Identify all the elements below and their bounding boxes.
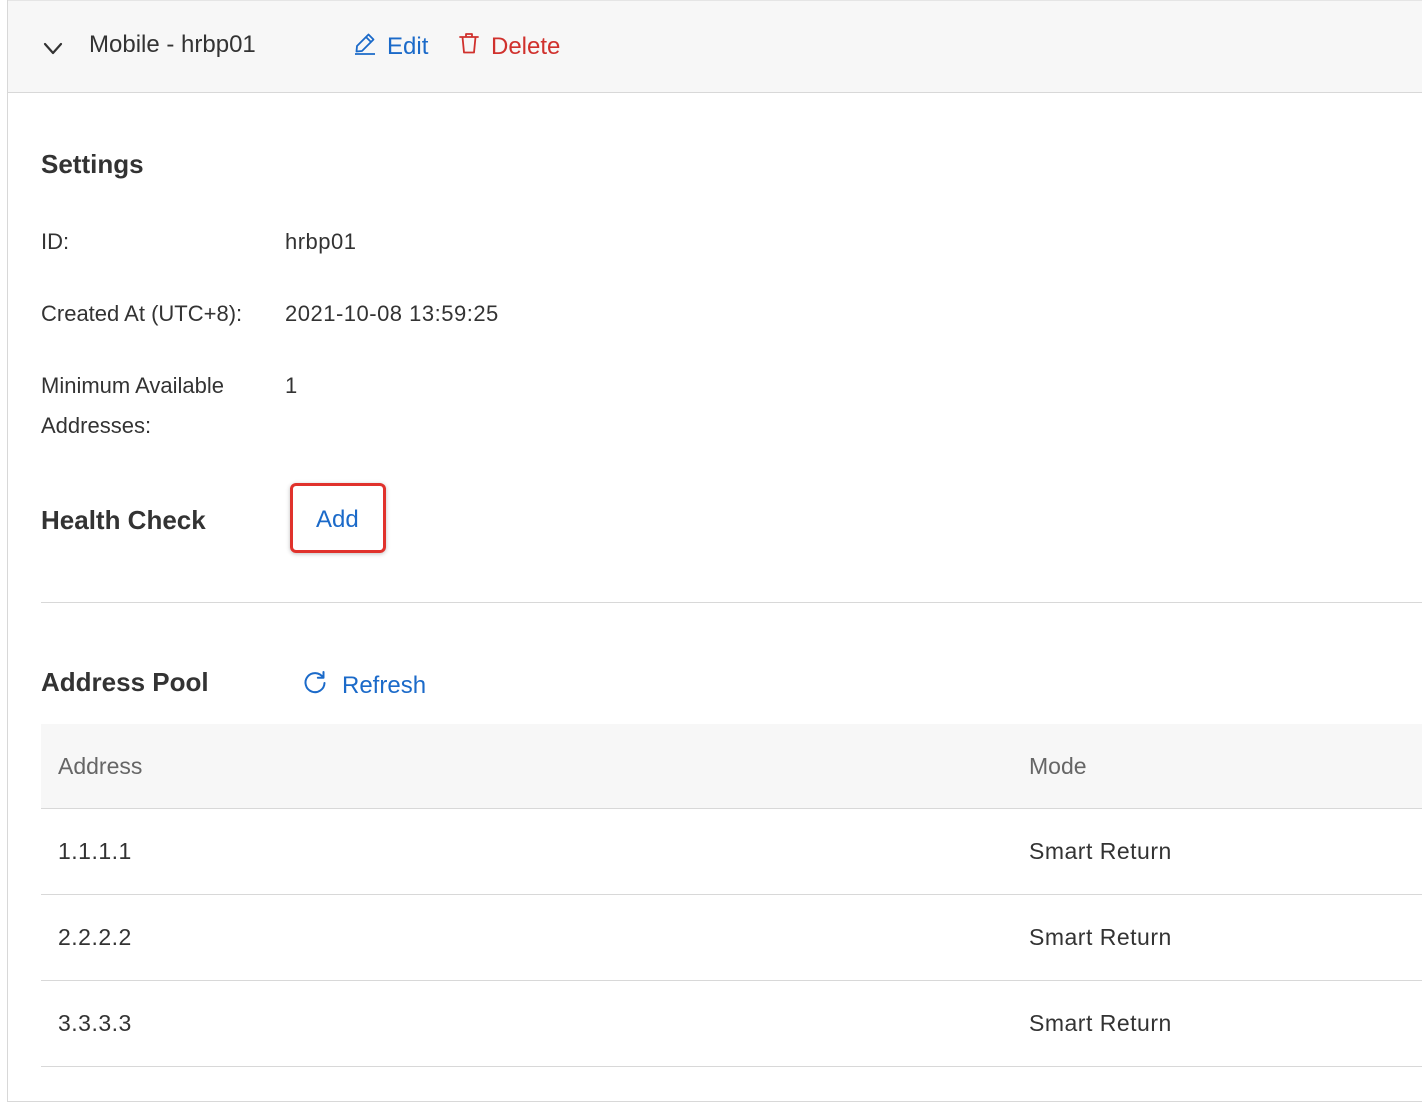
table-row: 3.3.3.3 Smart Return — [41, 981, 1422, 1067]
edit-label: Edit — [387, 32, 429, 60]
created-at-label: Created At (UTC+8): — [41, 301, 243, 326]
min-available-value: 1 — [285, 373, 298, 398]
edit-button[interactable]: Edit — [353, 31, 428, 62]
chevron-down-icon[interactable] — [42, 37, 64, 59]
address-cell: 2.2.2.2 — [58, 924, 132, 950]
trash-icon — [457, 31, 481, 62]
mode-cell: Smart Return — [1029, 838, 1172, 864]
edit-icon — [353, 31, 377, 62]
address-pool-heading: Address Pool — [41, 667, 209, 697]
settings-heading: Settings — [41, 149, 144, 179]
delete-button[interactable]: Delete — [457, 31, 560, 62]
address-cell: 1.1.1.1 — [58, 838, 132, 864]
table-header: Address Mode — [41, 724, 1422, 809]
created-at-value: 2021-10-08 13:59:25 — [285, 301, 499, 326]
health-check-heading: Health Check — [41, 505, 206, 535]
panel-header: Mobile - hrbp01 Edit Delete — [8, 0, 1422, 93]
add-health-check-button[interactable]: Add — [316, 506, 359, 534]
refresh-icon — [302, 669, 328, 702]
table-row: 1.1.1.1 Smart Return — [41, 809, 1422, 895]
column-header-address: Address — [58, 752, 143, 779]
mode-cell: Smart Return — [1029, 924, 1172, 950]
mode-cell: Smart Return — [1029, 1010, 1172, 1036]
refresh-button[interactable]: Refresh — [302, 669, 426, 702]
address-table: Address Mode 1.1.1.1 Smart Return 2.2.2.… — [41, 724, 1422, 1067]
id-value: hrbp01 — [285, 229, 357, 254]
table-row: 2.2.2.2 Smart Return — [41, 895, 1422, 981]
section-divider — [41, 602, 1422, 603]
delete-label: Delete — [491, 32, 561, 60]
pool-title: Mobile - hrbp01 — [89, 31, 256, 58]
gtm-pool-panel: Mobile - hrbp01 Edit Delete Settings ID:… — [7, 0, 1422, 1102]
refresh-label: Refresh — [342, 671, 427, 699]
column-header-mode: Mode — [1029, 752, 1087, 779]
address-cell: 3.3.3.3 — [58, 1010, 132, 1036]
id-label: ID: — [41, 229, 70, 254]
min-available-label: Minimum Available Addresses: — [41, 373, 225, 438]
